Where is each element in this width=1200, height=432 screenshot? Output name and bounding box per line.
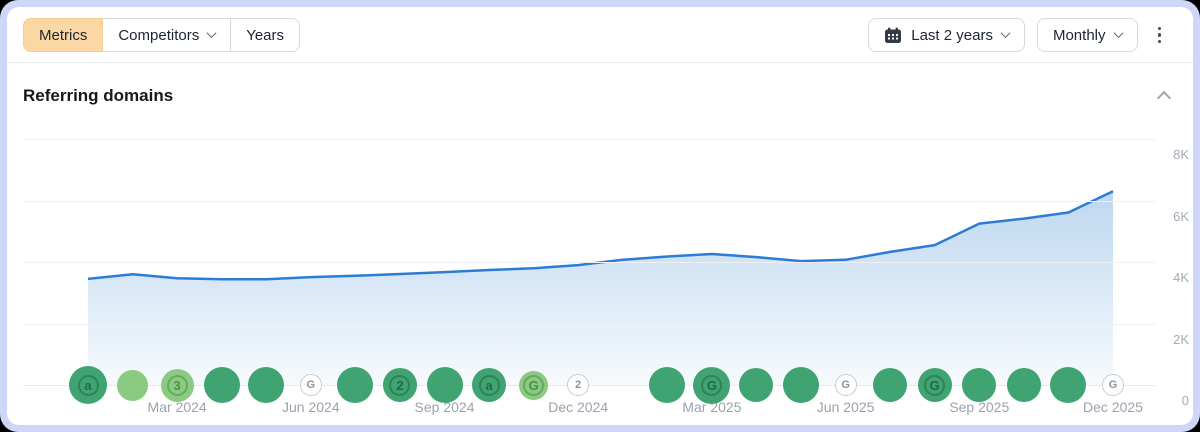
event-marker-glyph: G [1109, 379, 1118, 391]
x-axis-label: Dec 2024 [533, 399, 623, 415]
area-line-plot[interactable] [23, 130, 1155, 385]
event-marker-glyph: G [701, 375, 722, 396]
x-axis-label: Dec 2025 [1068, 399, 1158, 415]
event-marker-glyph: G [307, 379, 316, 391]
x-axis-label: Jun 2024 [266, 399, 356, 415]
event-marker-glyph: 3 [167, 375, 188, 396]
referring-domains-chart: 8K6K4K2K0Mar 2024Jun 2024Sep 2024Dec 202… [7, 7, 1193, 425]
event-marker[interactable] [1050, 367, 1086, 403]
tab-metrics-label: Metrics [39, 27, 87, 44]
event-marker-glyph: G [924, 375, 945, 396]
event-marker-glyph: a [78, 375, 99, 396]
y-axis-label: 6K [1145, 209, 1189, 224]
event-marker[interactable] [427, 367, 463, 403]
event-marker[interactable] [649, 367, 685, 403]
event-marker[interactable] [962, 368, 996, 402]
event-marker[interactable] [117, 370, 148, 401]
tab-metrics[interactable]: Metrics [23, 18, 103, 52]
gridline [23, 201, 1155, 202]
event-marker[interactable]: G [918, 368, 952, 402]
event-marker[interactable]: G [300, 374, 322, 396]
gridline [23, 139, 1155, 140]
y-axis-label: 8K [1145, 147, 1189, 162]
event-marker[interactable]: G [835, 374, 857, 396]
event-marker-glyph: 2 [575, 379, 581, 391]
event-marker[interactable]: 2 [383, 368, 417, 402]
event-marker[interactable]: a [472, 368, 506, 402]
gridline [23, 262, 1155, 263]
event-marker-glyph: G [841, 379, 850, 391]
x-axis-label: Jun 2025 [801, 399, 891, 415]
event-marker-glyph: 2 [389, 375, 410, 396]
event-marker[interactable] [1007, 368, 1041, 402]
event-marker[interactable] [204, 367, 240, 403]
event-marker[interactable]: 2 [567, 374, 589, 396]
event-marker[interactable]: G [693, 367, 730, 404]
event-marker[interactable] [783, 367, 819, 403]
event-marker[interactable] [248, 367, 284, 403]
event-marker[interactable]: G [519, 371, 548, 400]
y-axis-label: 2K [1145, 332, 1189, 347]
event-marker[interactable] [739, 368, 773, 402]
event-marker[interactable] [873, 368, 907, 402]
event-marker-glyph: G [523, 375, 544, 396]
gridline [23, 324, 1155, 325]
event-marker-glyph: a [479, 375, 500, 396]
event-marker[interactable] [337, 367, 373, 403]
event-marker[interactable]: 3 [161, 369, 194, 402]
metrics-panel-card: Metrics Competitors Years [7, 7, 1193, 425]
event-marker[interactable]: G [1102, 374, 1124, 396]
screenshot-frame: Metrics Competitors Years [0, 0, 1200, 432]
event-marker[interactable]: a [69, 366, 107, 404]
y-axis-label: 4K [1145, 270, 1189, 285]
